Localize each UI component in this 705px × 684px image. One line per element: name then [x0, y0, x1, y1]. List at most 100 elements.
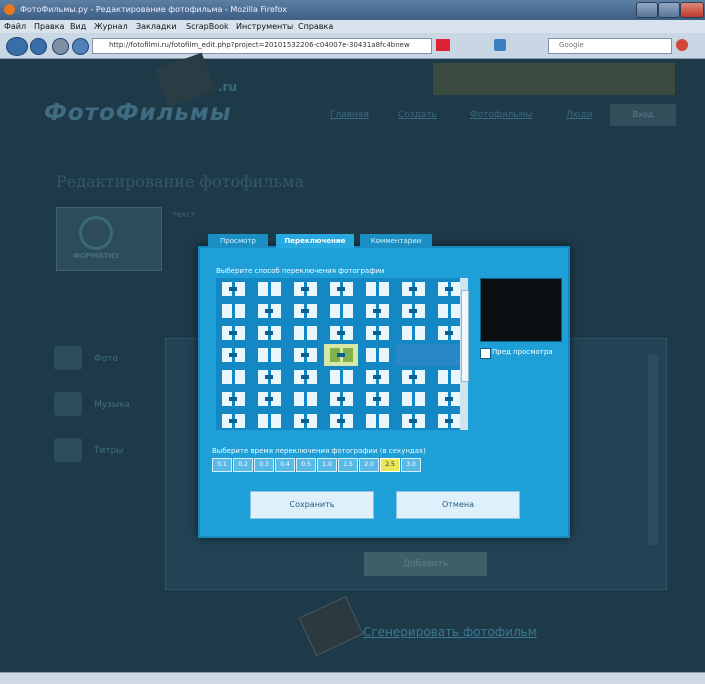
- transition-shape: [366, 282, 376, 296]
- duration-button-1.5[interactable]: 1.5: [338, 458, 358, 472]
- transition-option[interactable]: [252, 388, 286, 410]
- transition-option[interactable]: [396, 278, 430, 300]
- transition-option[interactable]: [288, 300, 322, 322]
- transition-option[interactable]: [360, 278, 394, 300]
- transition-option[interactable]: [396, 300, 430, 322]
- minimize-button[interactable]: [636, 2, 658, 18]
- transition-option[interactable]: [396, 388, 430, 410]
- duration-button-0.1[interactable]: 0.1: [212, 458, 232, 472]
- menu-file[interactable]: Файл: [4, 22, 26, 31]
- transition-option[interactable]: [288, 278, 322, 300]
- transition-option[interactable]: [360, 344, 394, 366]
- transition-grid-scrollbar[interactable]: [460, 278, 469, 430]
- menu-edit[interactable]: Правка: [34, 22, 64, 31]
- left-item-titles[interactable]: Титры: [50, 432, 160, 472]
- menu-history[interactable]: Журнал: [94, 22, 128, 31]
- left-item-photo[interactable]: Фото: [50, 340, 160, 380]
- scroll-thumb[interactable]: [461, 290, 469, 382]
- search-input[interactable]: Google: [548, 38, 672, 54]
- work-area-scrollbar[interactable]: [648, 355, 658, 545]
- duration-button-0.5[interactable]: 0.5: [296, 458, 316, 472]
- transition-option[interactable]: [360, 388, 394, 410]
- transition-option[interactable]: [288, 388, 322, 410]
- left-item-music[interactable]: Музыка: [50, 386, 160, 426]
- transition-option[interactable]: [216, 344, 250, 366]
- tab-comments[interactable]: Комментарии: [360, 234, 432, 248]
- transition-option[interactable]: [252, 322, 286, 344]
- duration-button-0.2[interactable]: 0.2: [233, 458, 253, 472]
- transition-option[interactable]: [360, 366, 394, 388]
- tab-transition[interactable]: Переключение: [276, 234, 354, 248]
- transition-option[interactable]: [216, 366, 250, 388]
- menu-tools[interactable]: Инструменты: [236, 22, 293, 31]
- transition-option[interactable]: [324, 322, 358, 344]
- transition-option[interactable]: [252, 366, 286, 388]
- generate-film-link[interactable]: Сгенерировать фотофильм: [363, 625, 537, 639]
- transition-preview: [480, 278, 562, 342]
- tab-preview[interactable]: Просмотр: [208, 234, 268, 248]
- transition-grid[interactable]: [216, 278, 468, 430]
- back-button[interactable]: [6, 37, 28, 56]
- add-button[interactable]: Добавить: [364, 552, 487, 576]
- save-button[interactable]: Сохранить: [250, 491, 374, 519]
- duration-button-2.5[interactable]: 2.5: [380, 458, 400, 472]
- home-button[interactable]: [72, 38, 89, 55]
- nav-create[interactable]: Создать: [398, 110, 437, 120]
- menu-help[interactable]: Справка: [298, 22, 333, 31]
- maximize-button[interactable]: [658, 2, 680, 18]
- transition-option[interactable]: [216, 388, 250, 410]
- cancel-button[interactable]: Отмена: [396, 491, 520, 519]
- nav-people[interactable]: Люди: [566, 110, 592, 120]
- transition-option[interactable]: [360, 322, 394, 344]
- transition-shape: [379, 414, 389, 428]
- transition-option[interactable]: [324, 366, 358, 388]
- transition-option[interactable]: [216, 278, 250, 300]
- toolbar-icon[interactable]: [494, 39, 506, 51]
- url-input[interactable]: http://fotofilmi.ru/fotofilm_edit.php?pr…: [92, 38, 432, 54]
- transition-option[interactable]: [216, 410, 250, 430]
- transition-option[interactable]: [324, 388, 358, 410]
- transition-option[interactable]: [324, 278, 358, 300]
- menu-view[interactable]: Вид: [70, 22, 86, 31]
- login-button[interactable]: Вход: [610, 104, 676, 126]
- project-thumbnail[interactable]: ФОРМАТИЗ: [56, 207, 162, 271]
- transition-option[interactable]: [252, 278, 286, 300]
- transition-option[interactable]: [252, 300, 286, 322]
- transition-option[interactable]: [324, 410, 358, 430]
- forward-button[interactable]: [30, 38, 47, 55]
- preview-checkbox[interactable]: [480, 348, 491, 359]
- transition-option[interactable]: [288, 410, 322, 430]
- transition-option[interactable]: [396, 366, 430, 388]
- duration-button-3.0[interactable]: 3.0: [401, 458, 421, 472]
- menu-bookmarks[interactable]: Закладки: [136, 22, 176, 31]
- transition-option[interactable]: [288, 366, 322, 388]
- duration-button-2.0[interactable]: 2.0: [359, 458, 379, 472]
- transition-shape: [343, 304, 353, 318]
- music-icon: [54, 392, 82, 416]
- nav-home[interactable]: Главная: [330, 110, 369, 120]
- transition-option[interactable]: [288, 344, 322, 366]
- transition-option[interactable]: [216, 322, 250, 344]
- transition-option[interactable]: [396, 322, 430, 344]
- duration-button-1.0[interactable]: 1.0: [317, 458, 337, 472]
- addon-icon[interactable]: [676, 39, 688, 51]
- transition-option[interactable]: [360, 410, 394, 430]
- reload-button[interactable]: [52, 38, 69, 55]
- close-button[interactable]: [680, 2, 704, 18]
- browser-navbar: http://fotofilmi.ru/fotofilm_edit.php?pr…: [0, 33, 705, 59]
- site-logo[interactable]: ФотоФильмы: [44, 100, 232, 126]
- transition-option[interactable]: [216, 300, 250, 322]
- transition-option[interactable]: [360, 300, 394, 322]
- transition-option[interactable]: [324, 344, 358, 366]
- transition-option[interactable]: [324, 300, 358, 322]
- transition-shape: [409, 287, 417, 291]
- firefox-icon: [4, 4, 15, 15]
- duration-button-0.3[interactable]: 0.3: [254, 458, 274, 472]
- menu-scrapbook[interactable]: ScrapBook: [186, 22, 229, 31]
- transition-option[interactable]: [396, 410, 430, 430]
- duration-button-0.4[interactable]: 0.4: [275, 458, 295, 472]
- transition-option[interactable]: [252, 410, 286, 430]
- transition-option[interactable]: [252, 344, 286, 366]
- nav-films[interactable]: Фотофильмы: [470, 110, 533, 120]
- transition-option[interactable]: [288, 322, 322, 344]
